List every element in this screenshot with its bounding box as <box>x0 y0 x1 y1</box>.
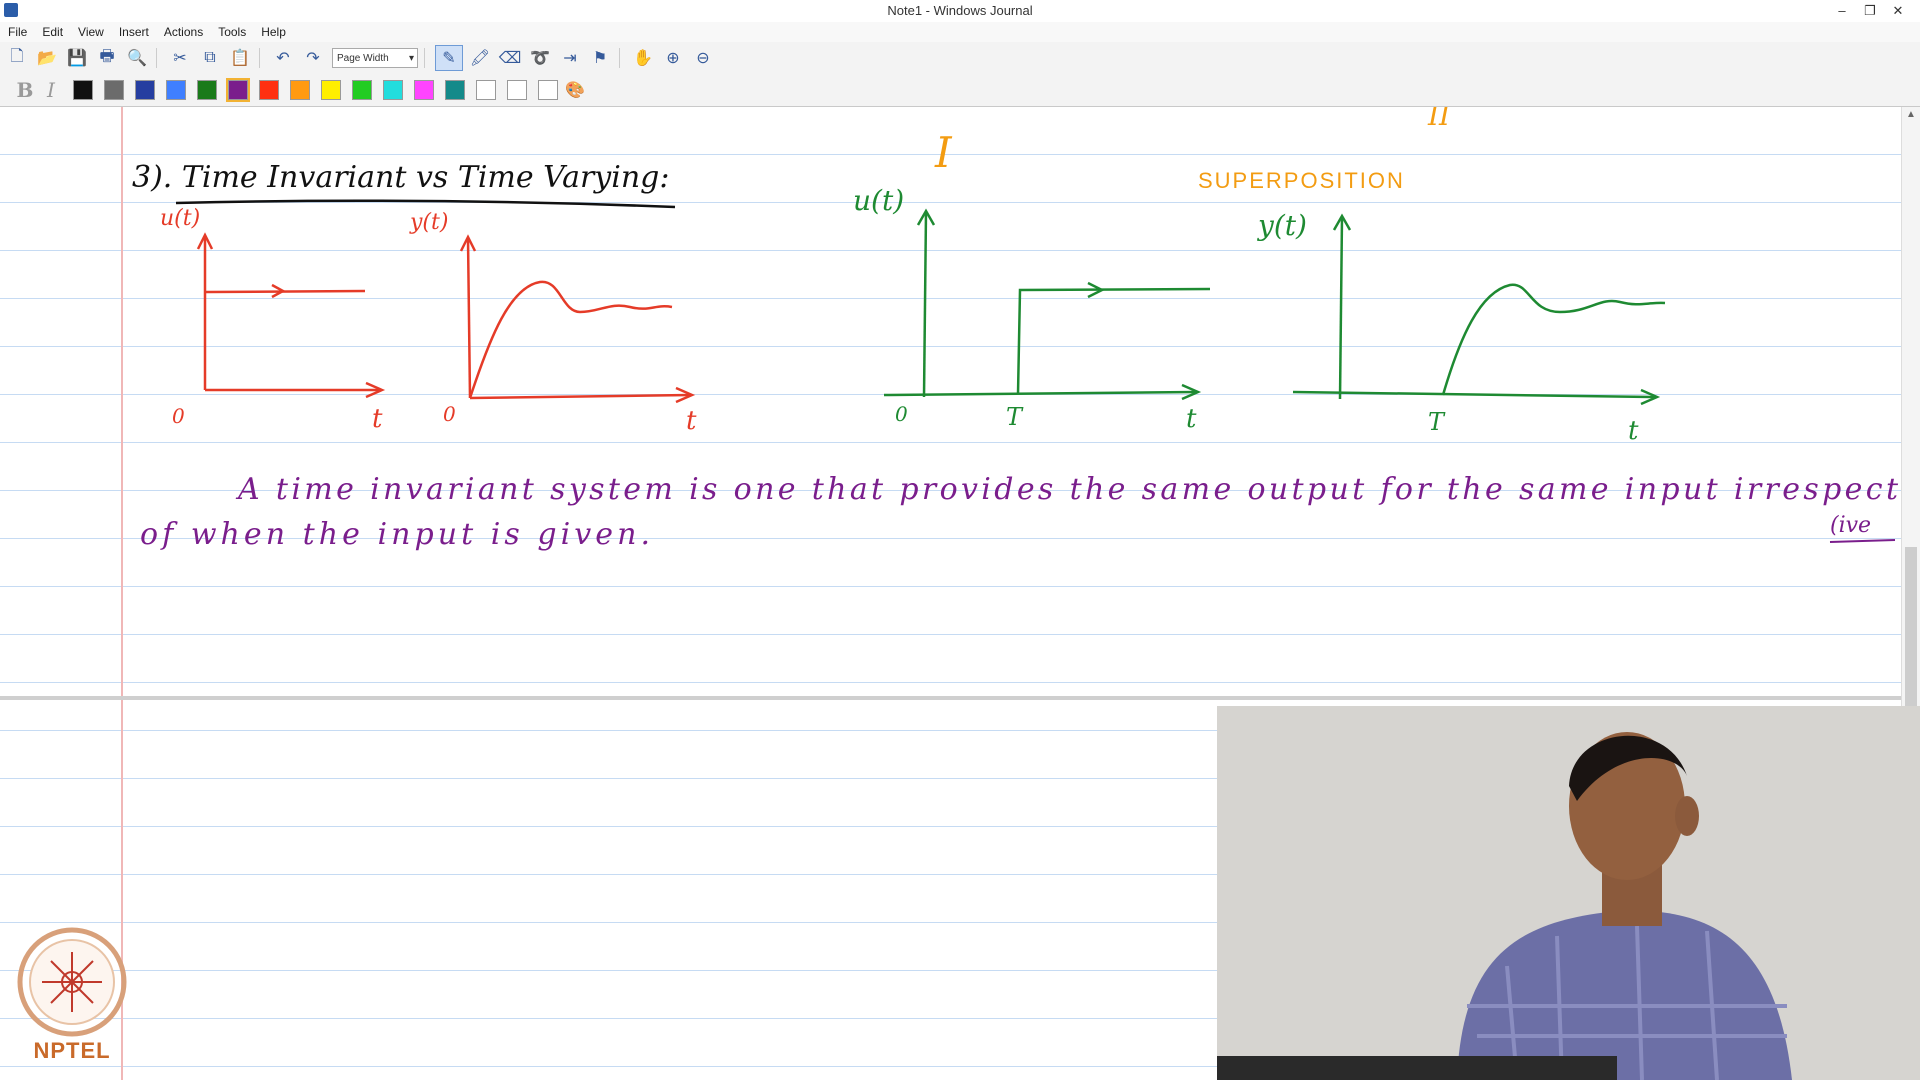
pan-hand-icon[interactable]: ✋ <box>630 46 656 70</box>
color-swatch-red[interactable] <box>259 80 279 100</box>
paste-icon[interactable]: 📋 <box>227 46 253 70</box>
window-title: Note1 - Windows Journal <box>887 3 1033 18</box>
menu-file[interactable]: File <box>0 22 34 42</box>
scroll-thumb[interactable] <box>1905 547 1917 707</box>
pen-settings-icon[interactable]: 🎨 <box>562 78 588 102</box>
scroll-up-arrow-icon[interactable]: ▲ <box>1902 109 1920 120</box>
color-swatch-white-3[interactable] <box>538 80 558 100</box>
green-plot2-xlabel: t <box>1628 416 1639 446</box>
bold-icon[interactable]: B <box>14 79 36 101</box>
color-swatch-white-1[interactable] <box>476 80 496 100</box>
sentence-line-2: of when the input is given. <box>140 517 650 552</box>
close-button[interactable]: ✕ <box>1884 0 1912 22</box>
new-note-icon[interactable]: 🗋 <box>4 46 30 70</box>
color-swatch-magenta[interactable] <box>414 80 434 100</box>
green-plot1-origin: 0 <box>895 402 908 426</box>
color-swatch-dark-blue[interactable] <box>135 80 155 100</box>
red-input-plot <box>196 232 386 399</box>
menu-insert[interactable]: Insert <box>111 22 156 42</box>
save-icon[interactable]: 💾 <box>64 46 90 70</box>
minimize-button[interactable]: – <box>1828 0 1856 22</box>
superposition-label: SUPERPOSITION <box>1198 168 1405 193</box>
zoom-out-icon[interactable]: ⊖ <box>690 46 716 70</box>
eraser-icon[interactable]: ⌫ <box>497 46 523 70</box>
note-heading: 3). Time Invariant vs Time Varying: <box>132 160 669 195</box>
presenter-video <box>1217 706 1920 1080</box>
menu-bar: File Edit View Insert Actions Tools Help <box>0 22 1920 42</box>
title-bar: Note1 - Windows Journal – ❐ ✕ <box>0 0 1920 23</box>
format-toolbar: B I 🎨 <box>0 74 1920 107</box>
green-plot2-tick: T <box>1428 408 1446 436</box>
green-plot1-tick: T <box>1006 403 1024 431</box>
highlighter-icon[interactable]: 🖍 <box>467 46 493 70</box>
nptel-logo-text: NPTEL <box>33 1038 111 1063</box>
red-plot2-origin: 0 <box>443 402 456 426</box>
nptel-logo: NPTEL <box>12 922 132 1072</box>
color-swatch-teal[interactable] <box>445 80 465 100</box>
toolbar-separator <box>619 48 620 68</box>
red-plot1-origin: 0 <box>172 404 185 428</box>
red-plot1-ylabel: u(t) <box>160 206 200 231</box>
green-input-plot <box>883 208 1211 401</box>
window-controls: – ❐ ✕ <box>1828 0 1912 22</box>
find-icon[interactable]: 🔍 <box>124 46 150 70</box>
red-output-plot <box>459 234 696 404</box>
margin-continuation-note: (ive <box>1830 513 1871 538</box>
color-swatch-cyan[interactable] <box>383 80 403 100</box>
menu-actions[interactable]: Actions <box>156 22 210 42</box>
flag-icon[interactable]: ⚑ <box>587 46 613 70</box>
menu-help[interactable]: Help <box>253 22 293 42</box>
restore-button[interactable]: ❐ <box>1856 0 1884 22</box>
redo-icon[interactable]: ↷ <box>300 46 326 70</box>
sentence-line-1: A time invariant system is one that prov… <box>235 472 1899 507</box>
cut-icon[interactable]: ✂ <box>167 46 193 70</box>
color-swatch-purple[interactable] <box>226 78 250 102</box>
color-swatch-white-2[interactable] <box>507 80 527 100</box>
green-plot1-ylabel: u(t) <box>853 184 904 217</box>
heading-underline <box>175 199 676 209</box>
label-case-one: I <box>934 128 953 177</box>
label-case-two: II <box>1427 107 1451 132</box>
green-plot2-ylabel: y(t) <box>1256 209 1307 242</box>
color-swatch-lime[interactable] <box>352 80 372 100</box>
toolbar-separator <box>156 48 157 68</box>
color-swatch-yellow[interactable] <box>321 80 341 100</box>
print-icon[interactable]: 🖶 <box>94 46 120 70</box>
green-plot1-xlabel: t <box>1186 404 1197 434</box>
copy-icon[interactable]: ⧉ <box>197 46 223 70</box>
zoom-select[interactable]: Page Width <box>332 48 418 69</box>
margin-note-underline <box>1829 539 1896 543</box>
toolbar-separator <box>424 48 425 68</box>
insert-space-icon[interactable]: ⇥ <box>557 46 583 70</box>
menu-tools[interactable]: Tools <box>210 22 253 42</box>
open-icon[interactable]: 📂 <box>34 46 60 70</box>
red-plot2-ylabel: y(t) <box>409 210 448 235</box>
toolbar-separator <box>259 48 260 68</box>
menu-view[interactable]: View <box>70 22 111 42</box>
color-swatch-green[interactable] <box>197 80 217 100</box>
presenter-figure <box>1217 706 1920 1080</box>
color-swatch-gray[interactable] <box>104 80 124 100</box>
pen-tool-icon[interactable]: ✎ <box>435 45 463 71</box>
zoom-in-icon[interactable]: ⊕ <box>660 46 686 70</box>
red-plot1-xlabel: t <box>372 404 383 434</box>
color-swatch-orange[interactable] <box>290 80 310 100</box>
nptel-emblem-icon <box>17 927 127 1037</box>
italic-icon[interactable]: I <box>40 79 62 101</box>
color-swatch-blue[interactable] <box>166 80 186 100</box>
standard-toolbar: 🗋 📂 💾 🖶 🔍 ✂ ⧉ 📋 ↶ ↷ Page Width ✎ 🖍 ⌫ ➰ ⇥… <box>0 42 1920 74</box>
undo-icon[interactable]: ↶ <box>270 46 296 70</box>
green-output-plot <box>1292 213 1666 406</box>
red-plot2-xlabel: t <box>686 406 697 436</box>
menu-edit[interactable]: Edit <box>34 22 70 42</box>
color-swatch-black[interactable] <box>73 80 93 100</box>
lasso-select-icon[interactable]: ➰ <box>527 46 553 70</box>
